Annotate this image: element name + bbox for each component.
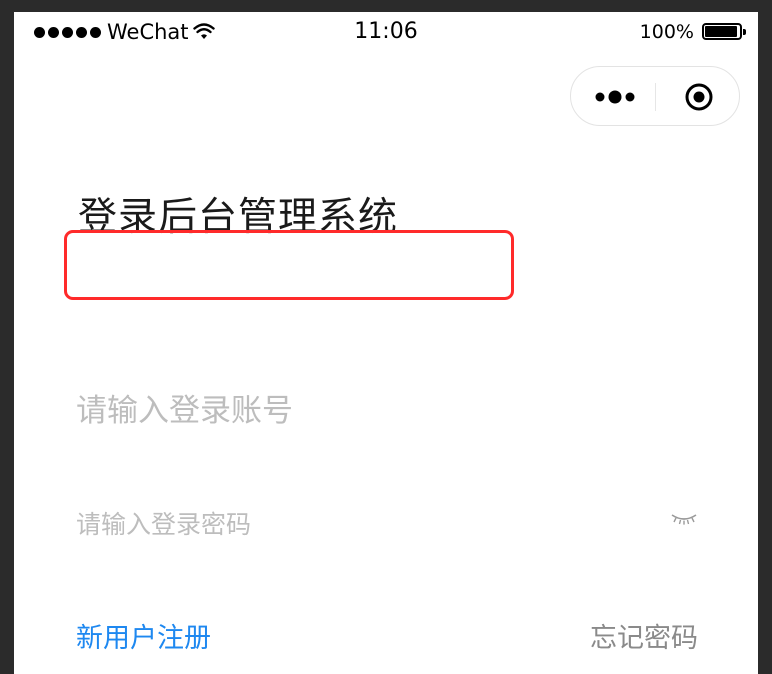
forgot-password-link[interactable]: 忘记密码 xyxy=(590,616,698,655)
capsule-divider xyxy=(655,83,656,111)
more-dots-icon[interactable] xyxy=(591,85,641,109)
account-input[interactable] xyxy=(76,388,676,434)
target-circle-icon[interactable] xyxy=(683,81,715,113)
password-input[interactable] xyxy=(76,504,636,544)
register-link[interactable]: 新用户注册 xyxy=(76,616,211,655)
status-bar: WeChat 11:06 100% xyxy=(14,12,758,54)
phone-screen: WeChat 11:06 100% 登录后台管理系统 请输入登录账号 新用户注册… xyxy=(14,12,758,674)
battery-percent: 100% xyxy=(639,21,694,43)
eye-closed-icon[interactable] xyxy=(670,512,698,526)
highlight-box xyxy=(64,230,514,300)
mini-program-capsule xyxy=(570,66,740,126)
battery-icon xyxy=(702,22,748,42)
status-right: 100% xyxy=(640,21,748,43)
